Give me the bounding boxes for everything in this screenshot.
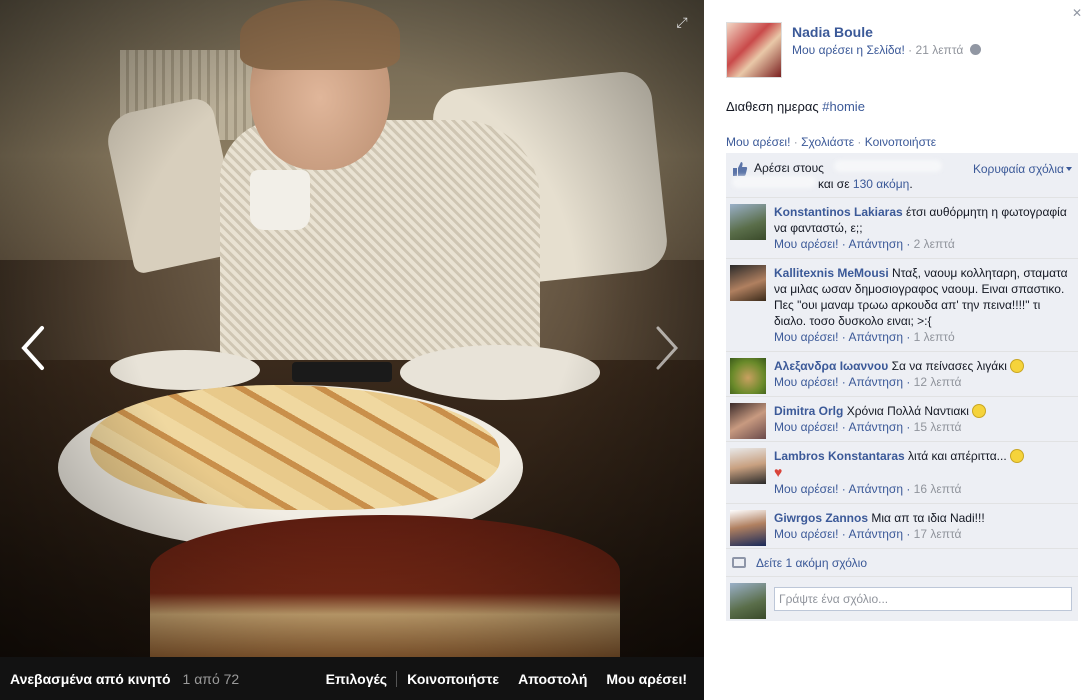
- comment-text: Μια απ τα ιδια Nadi!!!: [871, 511, 985, 525]
- close-icon[interactable]: ✕: [1072, 6, 1082, 20]
- thumbs-up-icon: [733, 162, 748, 176]
- comment-text: λιτά και απέριττα...: [908, 449, 1007, 463]
- comment-reply-link[interactable]: Απάντηση: [848, 237, 903, 251]
- comment-item: Αλεξανδρα Ιωαννου Σα να πείνασες λιγάκι …: [726, 352, 1078, 397]
- post-like-link[interactable]: Μου αρέσει!: [726, 135, 790, 149]
- comment-like-link[interactable]: Μου αρέσει!: [774, 237, 838, 251]
- heart-icon: ♥: [774, 464, 783, 480]
- comment-item: Kallitexnis MeMousi Νταξ, ναουμ κολληταρ…: [726, 259, 1078, 352]
- comment-item: Dimitra Orlg Χρόνια Πολλά Ναντιακι Μου α…: [726, 397, 1078, 442]
- avatar[interactable]: [730, 358, 766, 394]
- like-page-link[interactable]: Μου αρέσει η Σελίδα!: [792, 43, 905, 57]
- top-comments-dropdown[interactable]: Κορυφαία σχόλια: [973, 162, 1072, 176]
- comment-item: Lambros Konstantaras λιτά και απέριττα..…: [726, 442, 1078, 504]
- side-panel: ✕ Nadia Boule Μου αρέσει η Σελίδα! · 21 …: [704, 0, 1088, 700]
- expand-icon[interactable]: ⤢: [674, 14, 690, 30]
- page-avatar[interactable]: [726, 22, 782, 78]
- photo-vignette: [0, 0, 704, 657]
- comment-reply-link[interactable]: Απάντηση: [848, 482, 903, 496]
- comment-meta: Μου αρέσει! · Απάντηση · 12 λεπτά: [774, 375, 962, 389]
- likes-summary: Αρέσει στους και σε 130 ακόμη. Κορυφαία …: [726, 153, 1078, 198]
- share-button[interactable]: Κοινοποιήστε: [397, 671, 508, 687]
- options-button[interactable]: Επιλογές: [316, 671, 397, 687]
- comment-author[interactable]: Giwrgos Zannos: [774, 511, 868, 525]
- comment-text: Χρόνια Πολλά Ναντιακι: [846, 404, 969, 418]
- comment-item: Giwrgos Zannos Μια απ τα ιδια Nadi!!! Μο…: [726, 504, 1078, 549]
- next-photo-arrow-icon[interactable]: [646, 318, 686, 378]
- blurred-names: [834, 160, 942, 172]
- likes-more: και σε 130 ακόμη.: [818, 177, 913, 191]
- comment-text: Σα να πείνασες λιγάκι: [891, 359, 1007, 373]
- likes-more-suffix: .: [909, 177, 913, 191]
- like-button[interactable]: Μου αρέσει!: [596, 671, 696, 687]
- comment-reply-link[interactable]: Απάντηση: [848, 420, 903, 434]
- comment-time[interactable]: 17 λεπτά: [914, 527, 962, 541]
- chevron-down-icon: [1066, 167, 1072, 171]
- comment-reply-link[interactable]: Απάντηση: [848, 375, 903, 389]
- globe-icon: [969, 44, 981, 55]
- photo-counter: 1 από 72: [182, 670, 240, 687]
- comment-like-link[interactable]: Μου αρέσει!: [774, 420, 838, 434]
- hashtag-link[interactable]: #homie: [822, 99, 865, 114]
- comment-author[interactable]: Dimitra Orlg: [774, 404, 843, 418]
- caption-text: Διαθεση ημερας: [726, 99, 823, 114]
- comment-like-link[interactable]: Μου αρέσει!: [774, 482, 838, 496]
- comment-time[interactable]: 1 λεπτό: [914, 330, 955, 344]
- comment-reply-link[interactable]: Απάντηση: [848, 527, 903, 541]
- post-timestamp[interactable]: 21 λεπτά: [916, 43, 964, 57]
- comment-time[interactable]: 15 λεπτά: [914, 420, 962, 434]
- page-name-link[interactable]: Nadia Boule: [792, 24, 873, 40]
- blurred-names: [732, 176, 816, 188]
- comment-meta: Μου αρέσει! · Απάντηση · 1 λεπτό: [774, 330, 955, 344]
- comment-time[interactable]: 2 λεπτά: [914, 237, 955, 251]
- comment-author[interactable]: Lambros Konstantaras: [774, 449, 905, 463]
- avatar[interactable]: [730, 265, 766, 301]
- comment-like-link[interactable]: Μου αρέσει!: [774, 375, 838, 389]
- post-share-link[interactable]: Κοινοποιήστε: [865, 135, 936, 149]
- comment-time[interactable]: 16 λεπτά: [914, 482, 962, 496]
- likes-prefix: Αρέσει στους: [754, 161, 824, 175]
- comment-composer: [726, 577, 1078, 621]
- comment-time[interactable]: 12 λεπτά: [914, 375, 962, 389]
- comment-author[interactable]: Kallitexnis MeMousi: [774, 266, 889, 280]
- photo-image[interactable]: ⤢: [0, 0, 704, 657]
- comment-author[interactable]: Αλεξανδρα Ιωαννου: [774, 359, 888, 373]
- album-name[interactable]: Ανεβασμένα από κινητό: [10, 671, 171, 687]
- view-more-comments-label[interactable]: Δείτε 1 ακόμη σχόλιο: [756, 556, 867, 570]
- previous-photo-arrow-icon[interactable]: [14, 318, 54, 378]
- likes-more-link[interactable]: 130 ακόμη: [853, 177, 909, 191]
- comment-meta: Μου αρέσει! · Απάντηση · 2 λεπτά: [774, 237, 955, 251]
- comments-section: Αρέσει στους και σε 130 ακόμη. Κορυφαία …: [726, 153, 1078, 621]
- comment-bubble-icon: [732, 557, 746, 568]
- comment-input[interactable]: [774, 587, 1072, 611]
- comment-like-link[interactable]: Μου αρέσει!: [774, 330, 838, 344]
- comment-meta: Μου αρέσει! · Απάντηση · 16 λεπτά: [774, 482, 962, 496]
- comment-author[interactable]: Konstantinos Lakiaras: [774, 205, 903, 219]
- post-caption: Διαθεση ημερας #homie: [726, 99, 865, 114]
- comment-item: Konstantinos Lakiaras έτσι αυθόρμητη η φ…: [726, 198, 1078, 259]
- smiley-emoji-icon: [1009, 359, 1024, 373]
- comment-like-link[interactable]: Μου αρέσει!: [774, 527, 838, 541]
- post-comment-link[interactable]: Σχολιάστε: [801, 135, 854, 149]
- likes-more-prefix: και σε: [818, 177, 853, 191]
- view-more-comments[interactable]: Δείτε 1 ακόμη σχόλιο: [726, 549, 1078, 577]
- post-meta: Μου αρέσει η Σελίδα! · 21 λεπτά: [792, 43, 981, 57]
- comment-reply-link[interactable]: Απάντηση: [848, 330, 903, 344]
- photo-viewer: ⤢ Ανεβασμένα από κινητό 1 από 72 Επιλογέ…: [0, 0, 704, 700]
- avatar[interactable]: [730, 448, 766, 484]
- top-comments-label: Κορυφαία σχόλια: [972, 162, 1064, 176]
- photo-action-bar: Ανεβασμένα από κινητό 1 από 72 Επιλογές …: [0, 657, 704, 700]
- send-button[interactable]: Αποστολή: [508, 671, 596, 687]
- smiley-emoji-icon: [971, 404, 986, 418]
- smiley-emoji-icon: [1009, 449, 1024, 463]
- avatar: [730, 583, 766, 619]
- comment-meta: Μου αρέσει! · Απάντηση · 15 λεπτά: [774, 420, 962, 434]
- avatar[interactable]: [730, 403, 766, 439]
- comment-meta: Μου αρέσει! · Απάντηση · 17 λεπτά: [774, 527, 962, 541]
- avatar[interactable]: [730, 510, 766, 546]
- post-actions: Μου αρέσει! · Σχολιάστε · Κοινοποιήστε: [726, 135, 937, 149]
- avatar[interactable]: [730, 204, 766, 240]
